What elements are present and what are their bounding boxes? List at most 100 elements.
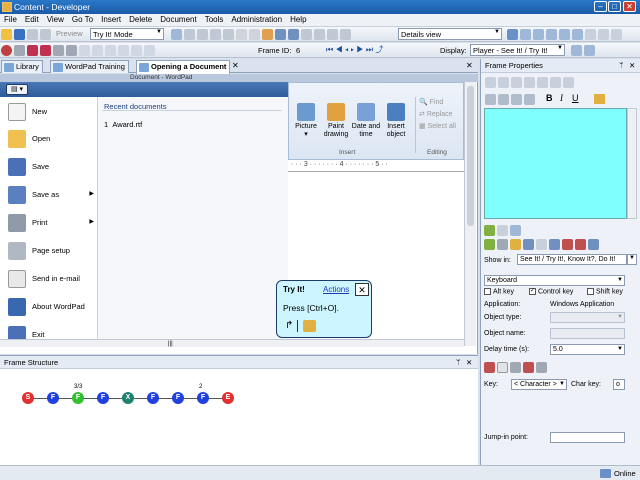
align-left-icon[interactable] <box>485 94 496 105</box>
vertical-scrollbar[interactable] <box>464 82 476 346</box>
replace-button[interactable]: ⇄ Replace <box>419 110 453 118</box>
format-icon[interactable] <box>14 45 25 56</box>
tab-opening-a-document[interactable]: Opening a Document <box>136 60 231 74</box>
preview-button[interactable]: Preview <box>56 29 83 38</box>
lock-icon[interactable] <box>510 362 521 373</box>
delete-icon[interactable] <box>524 77 535 88</box>
mode-popup-icon[interactable] <box>575 239 586 250</box>
display-select[interactable]: Player - See It! / Try It! ▼ <box>470 44 565 56</box>
menu-file[interactable]: File <box>0 14 21 24</box>
copy-icon[interactable] <box>197 29 208 40</box>
tab-wordpad-training[interactable]: WordPad Training <box>50 60 129 73</box>
object-name-field[interactable] <box>550 328 625 339</box>
spellcheck-icon[interactable] <box>262 29 273 40</box>
pane-vertical-icon[interactable] <box>559 29 570 40</box>
layout-icon[interactable] <box>340 29 351 40</box>
bubble-icon[interactable] <box>66 45 77 56</box>
key-select[interactable]: < Character > ▼ <box>511 379 567 390</box>
object-type-field[interactable]: ▼ <box>550 312 625 323</box>
show-in-dropdown-icon[interactable]: ▼ <box>627 254 637 265</box>
color-icon[interactable] <box>27 45 38 56</box>
menu-delete[interactable]: Delete <box>125 14 156 24</box>
copy-icon[interactable] <box>498 77 509 88</box>
next-button[interactable]: ▸ <box>351 45 355 54</box>
wp-menu-save-as[interactable]: Save as ▶ <box>0 184 98 206</box>
minimize-button[interactable]: – <box>594 1 607 12</box>
delete-icon[interactable] <box>223 29 234 40</box>
frame-node[interactable]: S <box>22 392 34 404</box>
shift-key-checkbox[interactable]: Shift key <box>587 288 623 295</box>
pin-icon[interactable]: ᛘ <box>619 61 624 70</box>
frame-node[interactable]: F <box>147 392 159 404</box>
select-all-button[interactable]: ▦ Select all <box>419 122 456 130</box>
maximize-button[interactable]: □ <box>608 1 621 12</box>
frame-node[interactable]: F <box>72 392 84 404</box>
first-frame-button[interactable]: ⏮ <box>326 45 333 54</box>
find-button[interactable]: 🔍 Find <box>419 98 443 106</box>
cut-icon[interactable] <box>485 77 496 88</box>
menu-view[interactable]: View <box>43 14 68 24</box>
mode-bubble-icon[interactable] <box>562 239 573 250</box>
wp-menu-save[interactable]: Save <box>0 156 98 178</box>
menu-edit[interactable]: Edit <box>21 14 43 24</box>
picture-button[interactable]: Picture ▾ <box>291 103 321 139</box>
filter-icon[interactable] <box>314 29 325 40</box>
sound-icon[interactable] <box>484 362 495 373</box>
recent-item[interactable]: 1 Award.rtf <box>104 120 142 129</box>
delay-time-select[interactable]: 5.0 ▼ <box>550 344 625 355</box>
save-icon[interactable] <box>14 29 25 40</box>
panel-close-icon[interactable]: ✕ <box>466 358 472 367</box>
frame-nav-icon[interactable] <box>105 45 116 56</box>
bubble-close-button[interactable]: ✕ <box>355 283 369 296</box>
record-sound-icon[interactable] <box>523 362 534 373</box>
pane-layout-icon[interactable] <box>507 29 518 40</box>
pane-full-icon[interactable] <box>572 29 583 40</box>
frame-node[interactable]: F <box>97 392 109 404</box>
font-color-icon[interactable] <box>594 94 605 104</box>
wp-menu-open[interactable]: Open <box>0 128 98 150</box>
redo-icon[interactable] <box>550 77 561 88</box>
display-refresh-icon[interactable] <box>584 45 595 56</box>
jump-in-field[interactable] <box>550 432 625 443</box>
frame-node[interactable]: X <box>122 392 134 404</box>
skip-icon[interactable]: ↱ <box>285 320 293 331</box>
mode-key-icon[interactable] <box>497 239 508 250</box>
frame-node[interactable]: F <box>197 392 209 404</box>
properties-icon[interactable] <box>301 29 312 40</box>
date-time-button[interactable]: Date and time <box>351 103 381 139</box>
panel-toggle-icon[interactable] <box>585 29 596 40</box>
mode-copy-icon[interactable] <box>536 239 547 250</box>
justify-icon[interactable] <box>524 94 535 105</box>
close-document-icon[interactable]: ✕ <box>466 61 473 70</box>
panel-dock-icon[interactable] <box>598 29 609 40</box>
mode-select[interactable]: Try It! Mode ▼ <box>90 28 164 40</box>
align-icon[interactable] <box>53 45 64 56</box>
record-icon[interactable] <box>171 29 182 40</box>
undo-icon[interactable] <box>537 77 548 88</box>
pin-icon[interactable]: ᛘ <box>456 358 461 367</box>
wp-menu-about[interactable]: About WordPad <box>0 296 98 318</box>
undo-icon[interactable] <box>27 29 38 40</box>
view-select[interactable]: Details view ▼ <box>398 28 502 40</box>
pane-tile-icon[interactable] <box>533 29 544 40</box>
prev-frame-button[interactable]: ◀ <box>335 45 342 54</box>
action-check-icon[interactable] <box>484 225 495 236</box>
insert-object-button[interactable]: Insert object <box>381 103 411 139</box>
wp-menu-print[interactable]: Print ▶ <box>0 212 98 234</box>
align-center-icon[interactable] <box>498 94 509 105</box>
publish-icon[interactable] <box>275 29 286 40</box>
insert-frame-icon[interactable] <box>79 45 90 56</box>
checkin-icon[interactable] <box>288 29 299 40</box>
close-tab-icon[interactable]: ✕ <box>232 61 239 70</box>
frame-node[interactable]: F <box>172 392 184 404</box>
crop-icon[interactable] <box>131 45 142 56</box>
menu-tools[interactable]: Tools <box>201 14 228 24</box>
panel-float-icon[interactable] <box>611 29 622 40</box>
paste-icon[interactable] <box>210 29 221 40</box>
new-icon[interactable] <box>1 29 12 40</box>
action-key-icon[interactable] <box>497 225 508 236</box>
delete-frame-icon[interactable] <box>92 45 103 56</box>
wp-menu-page-setup[interactable]: Page setup <box>0 240 98 262</box>
pane-split-icon[interactable] <box>520 29 531 40</box>
mode-check-icon[interactable] <box>484 239 495 250</box>
